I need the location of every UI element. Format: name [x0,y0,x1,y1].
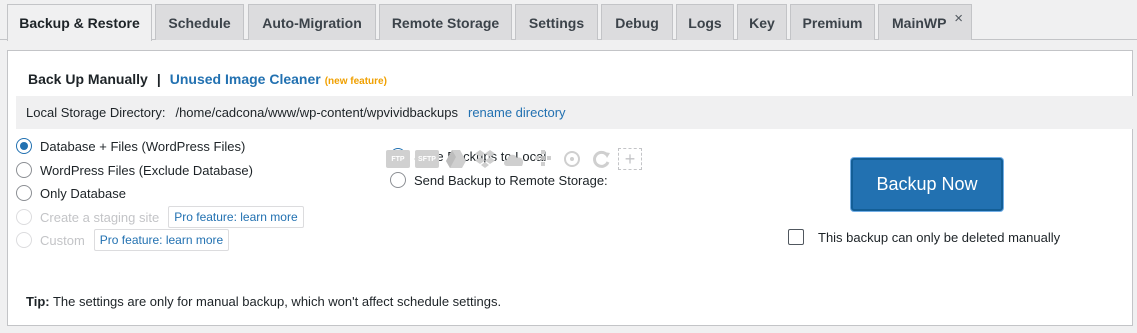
tab-label: Schedule [168,14,231,31]
radio-icon [16,232,32,248]
tab-label: Settings [528,14,585,31]
tab-bar: Backup & Restore Schedule Auto-Migration… [0,0,1137,41]
unused-image-cleaner-link[interactable]: Unused Image Cleaner [170,71,321,87]
option-label: Custom [40,232,85,248]
local-storage-directory-bar: Local Storage Directory: /home/cadcona/w… [16,96,1136,129]
directory-label: Local Storage Directory: [26,105,166,120]
sftp-icon[interactable]: SFTP [415,150,439,168]
backup-now-button[interactable]: Backup Now [851,158,1003,211]
add-storage-icon[interactable]: + [618,148,642,170]
option-label: Only Database [40,185,126,201]
close-icon[interactable]: × [954,10,963,27]
tab-logs[interactable]: Logs [676,4,734,40]
backblaze-icon[interactable] [589,148,613,170]
onedrive-icon[interactable] [502,148,526,170]
radio-icon[interactable] [16,162,32,178]
new-feature-badge: (new feature) [324,76,387,87]
tab-debug[interactable]: Debug [601,4,673,40]
radio-icon[interactable] [390,172,406,188]
radio-icon[interactable] [16,185,32,201]
remote-storage-icons: FTP SFTP + [386,148,642,170]
tab-label: Debug [615,14,659,31]
pro-feature-link[interactable]: Pro feature: learn more [93,229,230,251]
tab-mainwp[interactable]: MainWP × [878,4,972,40]
tab-label: Auto-Migration [262,14,362,31]
tip-label: Tip: [26,294,50,309]
wasabi-icon[interactable] [560,148,584,170]
option-label: Send Backup to Remote Storage: [414,172,608,188]
page-title: Back Up Manually [28,71,148,87]
rename-directory-link[interactable]: rename directory [468,105,566,120]
tip-text: Tip: The settings are only for manual ba… [26,294,501,309]
tab-label: Premium [802,14,863,31]
option-label: Database + Files (WordPress Files) [40,138,246,154]
tab-premium[interactable]: Premium [790,4,875,40]
tab-schedule[interactable]: Schedule [155,4,244,40]
panel-heading: Back Up Manually | Unused Image Cleaner … [28,71,387,87]
option-label: WordPress Files (Exclude Database) [40,162,253,178]
tab-label: Remote Storage [391,14,500,31]
manual-delete-checkbox-row[interactable]: This backup can only be deleted manually [788,229,1060,245]
tab-label: Logs [688,14,722,31]
amazon-s3-icon[interactable] [531,148,555,170]
option-send-remote[interactable]: Send Backup to Remote Storage: [390,172,608,188]
option-custom: Custom Pro feature: learn more [16,229,230,251]
google-drive-icon[interactable] [444,148,468,170]
radio-icon [16,209,32,225]
tab-label: Backup & Restore [19,15,140,31]
option-label: Create a staging site [40,209,160,225]
tab-auto-migration[interactable]: Auto-Migration [248,4,376,40]
manual-delete-label: This backup can only be deleted manually [818,229,1061,245]
option-wordpress-files[interactable]: WordPress Files (Exclude Database) [16,162,253,178]
heading-separator: | [156,71,161,87]
tab-label: MainWP [892,14,947,31]
tab-label: Key [749,14,775,31]
dropbox-icon[interactable] [473,148,497,170]
option-only-database[interactable]: Only Database [16,185,126,201]
backup-panel: Back Up Manually | Unused Image Cleaner … [7,50,1136,326]
tab-settings[interactable]: Settings [515,4,598,40]
pro-feature-link[interactable]: Pro feature: learn more [168,206,304,228]
option-database-files[interactable]: Database + Files (WordPress Files) [16,138,245,154]
tab-remote-storage[interactable]: Remote Storage [379,4,512,40]
directory-path: /home/cadcona/www/wp-content/wpvividback… [175,105,458,120]
tip-body: The settings are only for manual backup,… [49,294,502,309]
tab-key[interactable]: Key [737,4,787,40]
option-staging-site: Create a staging site Pro feature: learn… [16,206,304,228]
tab-backup-restore[interactable]: Backup & Restore [7,4,152,41]
radio-icon[interactable] [16,138,32,154]
ftp-icon[interactable]: FTP [386,150,410,168]
checkbox[interactable] [788,229,804,245]
